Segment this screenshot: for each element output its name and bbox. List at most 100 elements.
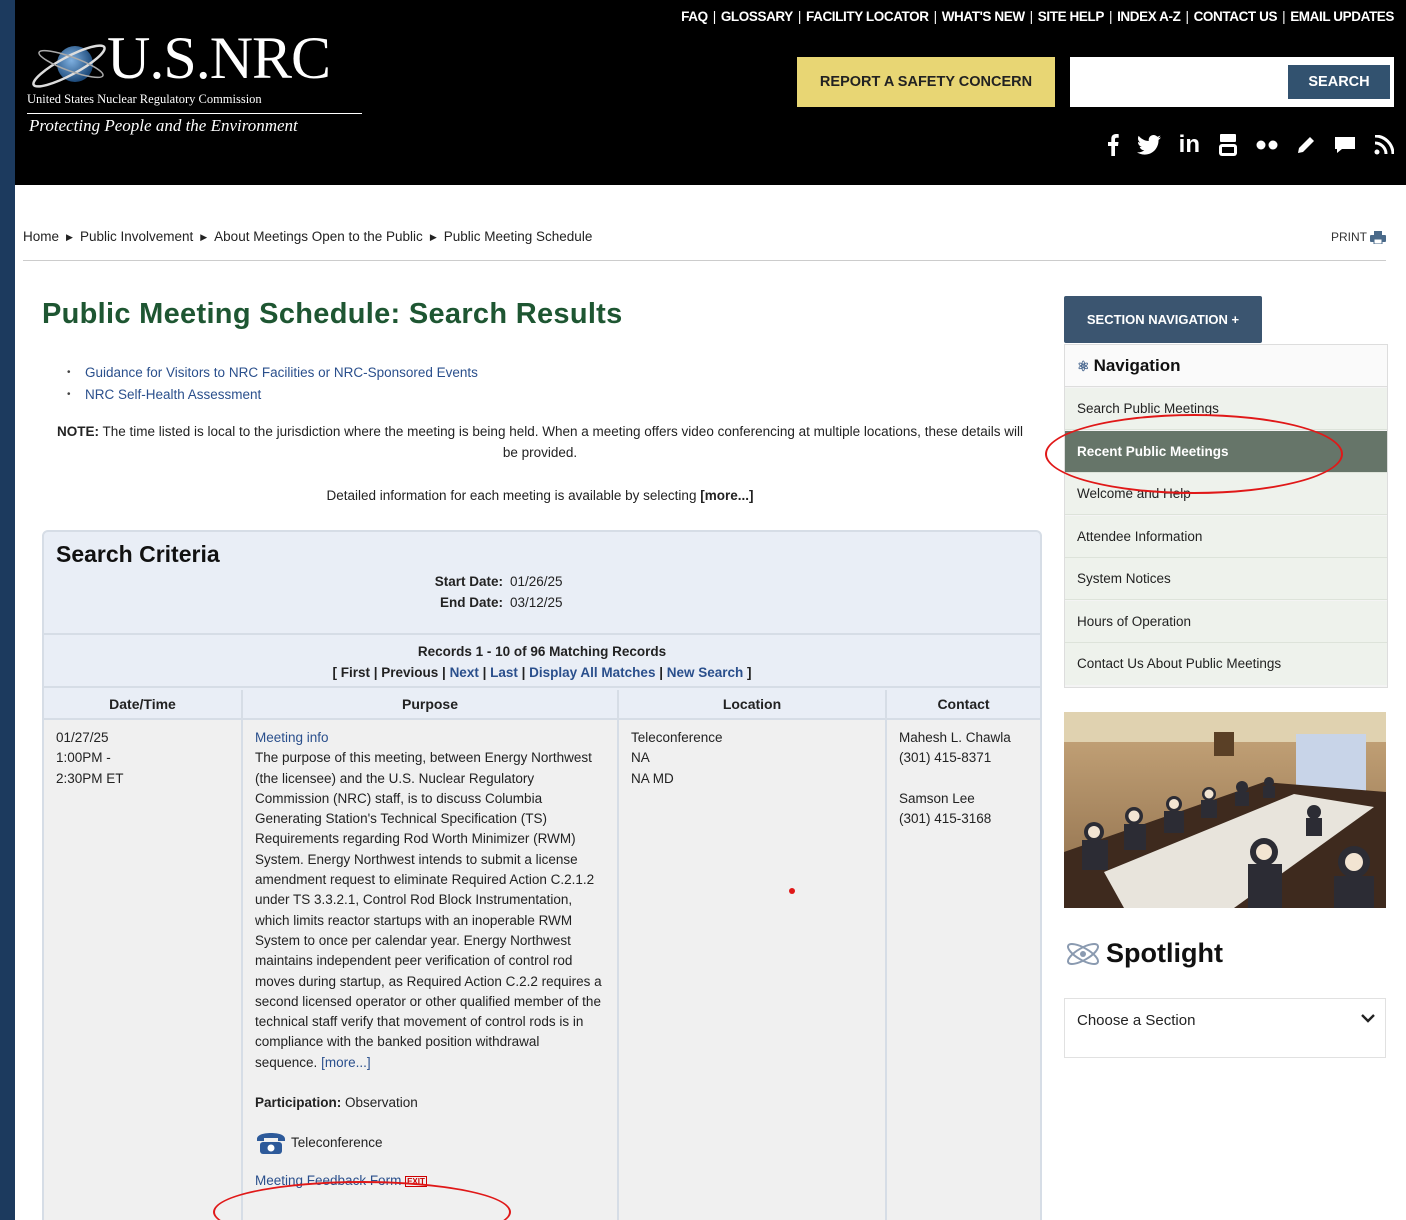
link-site-help[interactable]: SITE HELP — [1038, 9, 1105, 24]
caret-right-icon: ▶ — [429, 232, 437, 242]
sidebar-item-search-public-meetings[interactable]: Search Public Meetings — [1065, 388, 1387, 430]
choose-section-label: Choose a Section — [1077, 1012, 1196, 1029]
pager-close: ] — [747, 665, 752, 680]
col-header-contact: Contact — [887, 690, 1040, 718]
printer-icon — [1370, 230, 1386, 244]
meeting-time-end: 2:30PM ET — [56, 770, 124, 786]
contact-phone: (301) 415-8371 — [899, 750, 992, 766]
pager-previous: Previous — [381, 665, 439, 680]
breadcrumb-home[interactable]: Home — [23, 229, 59, 244]
column-divider — [241, 690, 243, 1220]
chevron-down-icon — [1361, 1010, 1375, 1026]
breadcrumb-about-meetings[interactable]: About Meetings Open to the Public — [214, 229, 423, 244]
pager-open: [ — [332, 665, 337, 680]
breadcrumb-public-involvement[interactable]: Public Involvement — [80, 229, 193, 244]
resource-links: Guidance for Visitors to NRC Facilities … — [63, 362, 478, 406]
sidebar-item-attendee-information[interactable]: Attendee Information — [1065, 516, 1387, 558]
col-header-location: Location — [619, 690, 885, 718]
start-date-row: Start Date: 01/26/25 — [389, 574, 689, 594]
meeting-info-link[interactable]: Meeting info — [255, 730, 329, 745]
participation-value: Observation — [345, 1095, 418, 1111]
logo-subtitle: United States Nuclear Regulatory Commiss… — [27, 92, 362, 114]
list-item[interactable]: Guidance for Visitors to NRC Facilities … — [63, 362, 478, 384]
print-link[interactable]: PRINT — [1331, 230, 1386, 244]
page-title: Public Meeting Schedule: Search Results — [42, 298, 623, 330]
cell-location: Teleconference NA NA MD — [619, 720, 885, 1220]
breadcrumb-current: Public Meeting Schedule — [443, 229, 593, 244]
blog-pencil-icon[interactable] — [1296, 130, 1316, 160]
end-date-label: End Date: — [439, 595, 503, 610]
chat-icon[interactable] — [1334, 130, 1356, 160]
utility-links: FAQ | GLOSSARY | FACILITY LOCATOR | WHAT'S NEW… — [681, 9, 1394, 24]
print-label: PRINT — [1331, 230, 1367, 244]
section-navigation-button[interactable]: SECTION NAVIGATION + — [1064, 296, 1262, 343]
meeting-feedback-form-link[interactable]: Meeting Feedback Form — [255, 1173, 401, 1188]
search-criteria-panel: Search Criteria Start Date: 01/26/25 End… — [42, 530, 1042, 1220]
new-search-link[interactable]: New Search — [667, 665, 744, 680]
caret-right-icon: ▶ — [200, 232, 208, 242]
spotlight-title: Spotlight — [1106, 938, 1223, 968]
logo-title: U.S.NRC — [107, 25, 331, 91]
page-frame: U.S.NRC United States Nuclear Regulatory… — [15, 0, 1406, 1220]
col-header-datetime: Date/Time — [44, 690, 241, 718]
sidebar-item-system-notices[interactable]: System Notices — [1065, 558, 1387, 600]
teleconference-label: Teleconference — [291, 1135, 383, 1151]
link-email-updates[interactable]: EMAIL UPDATES — [1290, 9, 1394, 24]
youtube-icon[interactable] — [1218, 130, 1238, 160]
pager-last-link[interactable]: Last — [490, 665, 518, 680]
search-input[interactable] — [1070, 57, 1280, 107]
guidance-link[interactable]: Guidance for Visitors to NRC Facilities … — [85, 365, 478, 380]
spotlight-heading: Spotlight — [1064, 938, 1223, 969]
nrc-logo[interactable]: U.S.NRC United States Nuclear Regulatory… — [27, 28, 367, 143]
exit-badge: EXIT — [405, 1176, 427, 1188]
cell-contact: Mahesh L. Chawla (301) 415-8371 Samson L… — [887, 720, 1040, 1220]
contact-phone: (301) 415-3168 — [899, 810, 992, 826]
col-header-purpose: Purpose — [243, 690, 617, 718]
link-index-az[interactable]: INDEX A-Z — [1117, 9, 1181, 24]
sidebar-navigation: ⚛ Navigation Search Public Meetings Recen… — [1064, 344, 1388, 688]
contact-name: Mahesh L. Chawla — [899, 730, 1011, 745]
link-faq[interactable]: FAQ — [681, 9, 708, 24]
linkedin-icon[interactable]: in — [1179, 130, 1200, 160]
cell-datetime: 01/27/25 1:00PM - 2:30PM ET — [44, 720, 241, 1220]
search-criteria-heading: Search Criteria — [56, 541, 220, 567]
end-date-value: 03/12/25 — [510, 595, 563, 610]
rss-icon[interactable] — [1374, 130, 1394, 160]
start-date-value: 01/26/25 — [510, 574, 563, 589]
twitter-icon[interactable] — [1136, 130, 1161, 160]
search-button[interactable]: SEARCH — [1288, 65, 1390, 99]
list-item[interactable]: NRC Self-Health Assessment — [63, 384, 478, 406]
flickr-icon[interactable] — [1256, 130, 1278, 160]
cursor-dot — [789, 888, 795, 894]
search-box: SEARCH — [1070, 57, 1394, 107]
telephone-icon — [257, 1133, 285, 1155]
sidebar-item-recent-public-meetings[interactable]: Recent Public Meetings — [1065, 431, 1387, 473]
divider — [44, 633, 1040, 635]
display-all-link[interactable]: Display All Matches — [529, 665, 655, 680]
link-contact-us[interactable]: CONTACT US — [1194, 9, 1278, 24]
link-whats-new[interactable]: WHAT'S NEW — [942, 9, 1025, 24]
detail-text: Detailed information for each meeting is… — [326, 488, 697, 503]
location-line: NA MD — [631, 770, 674, 786]
cell-purpose: Meeting info The purpose of this meeting… — [243, 720, 617, 1220]
logo-tagline: Protecting People and the Environment — [29, 116, 298, 135]
purpose-more-link[interactable]: [more...] — [321, 1055, 371, 1070]
meeting-time-start: 1:00PM - — [56, 750, 111, 766]
facebook-icon[interactable] — [1107, 130, 1119, 160]
link-facility-locator[interactable]: FACILITY LOCATOR — [806, 9, 929, 24]
atom-icon: ⚛ — [1077, 358, 1090, 374]
site-header: U.S.NRC United States Nuclear Regulatory… — [15, 0, 1406, 185]
meeting-room-photo — [1064, 712, 1386, 908]
self-health-link[interactable]: NRC Self-Health Assessment — [85, 387, 261, 402]
navigation-heading: ⚛ Navigation — [1065, 345, 1387, 387]
report-safety-concern-button[interactable]: REPORT A SAFETY CONCERN — [797, 57, 1055, 107]
link-glossary[interactable]: GLOSSARY — [721, 9, 793, 24]
sidebar-item-welcome-help[interactable]: Welcome and Help — [1065, 473, 1387, 515]
start-date-label: Start Date: — [434, 574, 503, 589]
choose-section-select[interactable]: Choose a Section — [1064, 998, 1386, 1058]
sidebar-item-contact-us[interactable]: Contact Us About Public Meetings — [1065, 643, 1387, 685]
meeting-purpose-text: The purpose of this meeting, between Ene… — [255, 750, 602, 1070]
sidebar-item-hours-of-operation[interactable]: Hours of Operation — [1065, 601, 1387, 643]
records-count: Records 1 - 10 of 96 Matching Records — [417, 644, 667, 659]
pager-next-link[interactable]: Next — [450, 665, 479, 680]
